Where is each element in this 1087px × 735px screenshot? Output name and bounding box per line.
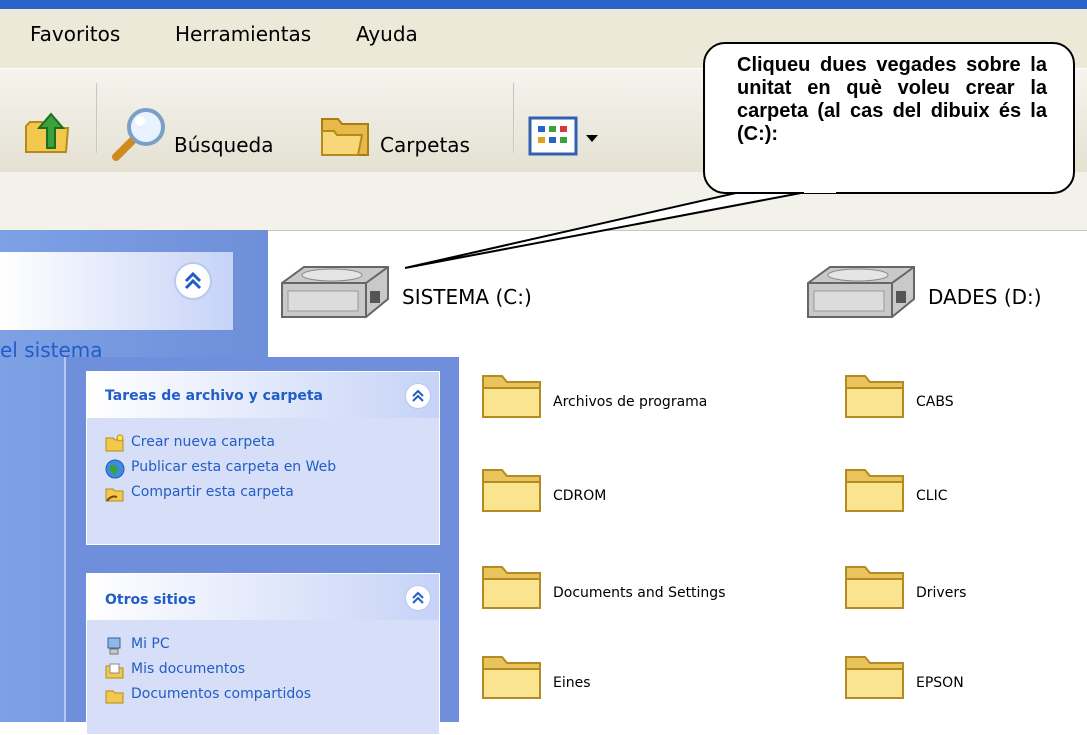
callout-text: Cliqueu dues vegades sobre la unitat en … (737, 54, 1047, 145)
